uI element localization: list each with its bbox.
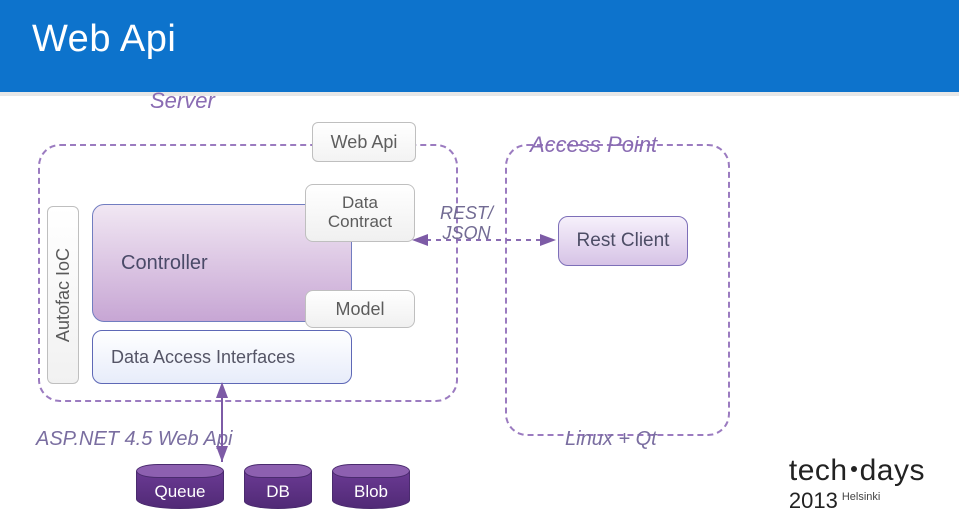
diagram-canvas: Server Access Point Web Api Autofac IoC … (0, 96, 959, 532)
cylinder-queue: Queue (136, 464, 224, 514)
logo-dot-icon (851, 466, 857, 472)
group-label-server: Server (150, 88, 215, 114)
group-access-point (505, 144, 730, 436)
logo-year: 2013 (789, 488, 838, 513)
label-rest-json: REST/ JSON (440, 204, 493, 244)
box-autofac-ioc: Autofac IoC (47, 206, 79, 384)
group-label-access: Access Point (530, 132, 657, 158)
logo-brand-1: tech (789, 454, 848, 487)
cylinder-blob: Blob (332, 464, 410, 514)
box-data-access-interfaces: Data Access Interfaces (92, 330, 352, 384)
techdays-logo: tech days 2013 Helsinki (789, 454, 925, 514)
box-data-contract: Data Contract (305, 184, 415, 242)
autofac-label: Autofac IoC (53, 248, 74, 342)
box-web-api: Web Api (312, 122, 416, 162)
box-rest-client: Rest Client (558, 216, 688, 266)
cylinder-db: DB (244, 464, 312, 514)
label-linux-qt: Linux + Qt (565, 428, 657, 451)
logo-city: Helsinki (842, 491, 881, 503)
slide-title: Web Api (32, 18, 959, 61)
slide-header: Web Api (0, 0, 959, 92)
box-model: Model (305, 290, 415, 328)
label-aspnet: ASP.NET 4.5 Web Api (36, 428, 232, 451)
logo-brand-2: days (860, 454, 925, 487)
